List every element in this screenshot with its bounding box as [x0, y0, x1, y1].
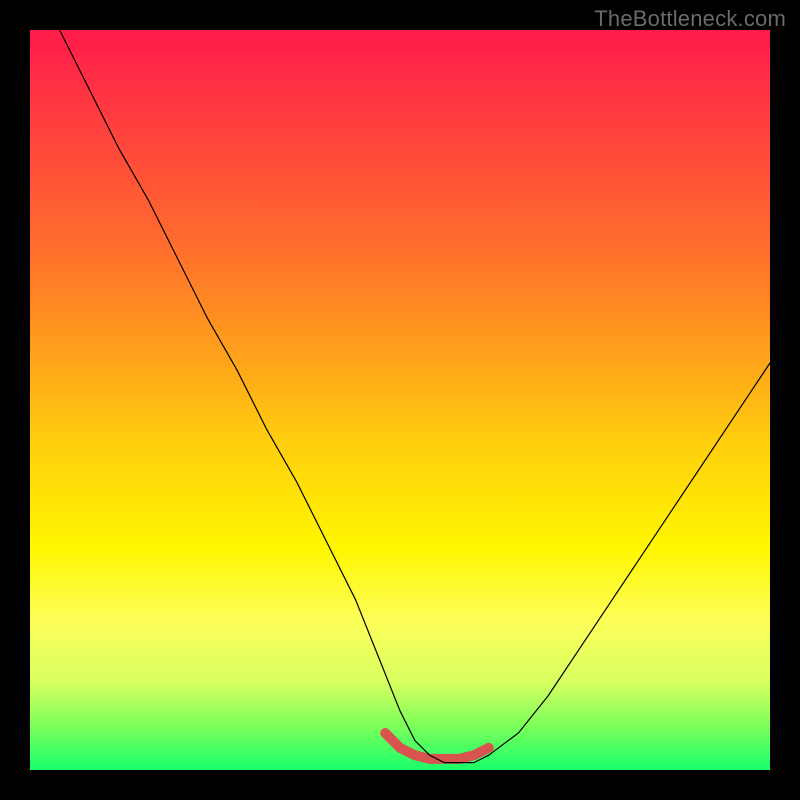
plot-gradient-background — [30, 30, 770, 770]
watermark-text: TheBottleneck.com — [594, 6, 786, 32]
curve-overlay — [30, 30, 770, 770]
bottleneck-curve-line — [60, 30, 770, 763]
curve-highlight-segment — [385, 733, 489, 759]
chart-frame: TheBottleneck.com — [0, 0, 800, 800]
